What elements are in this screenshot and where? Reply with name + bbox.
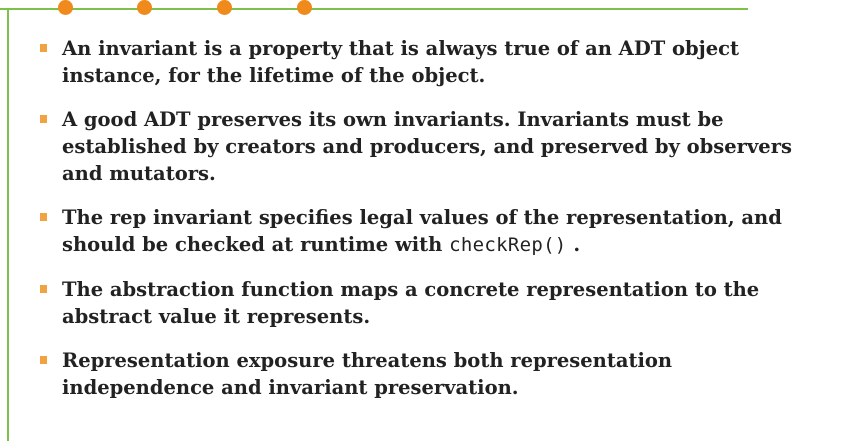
decorative-dot-1 xyxy=(58,0,73,15)
bullet-text: The abstraction function maps a concrete… xyxy=(62,278,760,328)
slide: An invariant is a property that is alway… xyxy=(0,0,842,441)
bullet-square-icon xyxy=(40,115,47,123)
bullet-text: A good ADT preserves its own invariants.… xyxy=(62,108,792,185)
bullet-text: The rep invariant specifies legal values… xyxy=(62,206,782,256)
decorative-dot-2 xyxy=(137,0,152,15)
decorative-dot-4 xyxy=(297,0,312,15)
bullet-item-rep-exposure: Representation exposure threatens both r… xyxy=(38,347,828,401)
top-accent-line xyxy=(0,8,748,10)
bullet-item-rep-invariant: The rep invariant specifies legal values… xyxy=(38,204,828,259)
bullet-item-abstraction-function: The abstraction function maps a concrete… xyxy=(38,276,828,330)
bullet-text: An invariant is a property that is alway… xyxy=(62,37,740,87)
bullet-item-invariant: An invariant is a property that is alway… xyxy=(38,35,828,89)
bullet-text-suffix: . xyxy=(566,233,581,256)
bullet-square-icon xyxy=(40,44,47,52)
bullet-text: Representation exposure threatens both r… xyxy=(62,349,673,399)
bullet-square-icon xyxy=(40,213,47,221)
left-accent-line xyxy=(7,8,9,441)
bullet-square-icon xyxy=(40,285,47,293)
bullet-item-good-adt: A good ADT preserves its own invariants.… xyxy=(38,106,828,187)
decorative-dot-3 xyxy=(217,0,232,15)
bullet-square-icon xyxy=(40,356,47,364)
inline-code: checkRep() xyxy=(449,234,567,256)
bullet-list: An invariant is a property that is alway… xyxy=(38,35,828,418)
